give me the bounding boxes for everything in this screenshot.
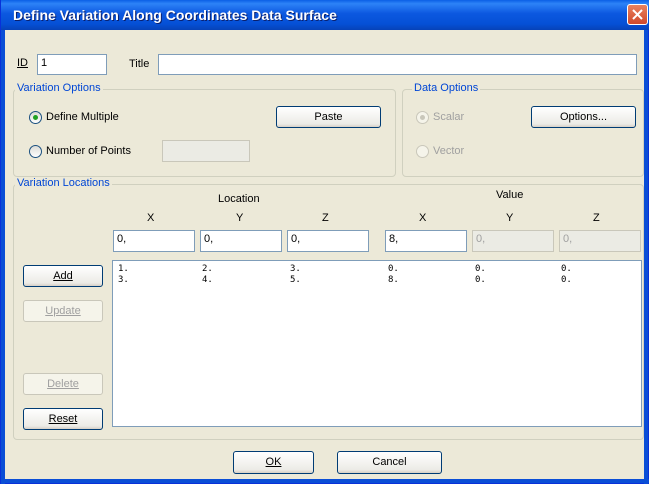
- column-header-value-z: Z: [593, 212, 600, 224]
- cell: 5.: [290, 275, 301, 285]
- delete-button-label: Delete: [47, 378, 79, 390]
- table-row[interactable]: 3. 4. 5. 8. 0. 0.: [113, 275, 641, 286]
- id-input[interactable]: 1: [37, 54, 107, 75]
- variation-options-title: Variation Options: [15, 82, 103, 94]
- value-x-input[interactable]: 8,: [385, 230, 467, 252]
- location-z-input[interactable]: 0,: [287, 230, 369, 252]
- title-bar[interactable]: Define Variation Along Coordinates Data …: [1, 0, 649, 30]
- reset-button[interactable]: Reset: [23, 408, 103, 430]
- add-button-label: Add: [53, 270, 73, 282]
- column-header-location-z: Z: [322, 212, 329, 224]
- cell: 8.: [388, 275, 399, 285]
- add-button[interactable]: Add: [23, 265, 103, 287]
- cell: 0.: [561, 264, 572, 274]
- window-title: Define Variation Along Coordinates Data …: [13, 7, 337, 23]
- location-x-input[interactable]: 0,: [113, 230, 195, 252]
- define-multiple-radio[interactable]: [29, 111, 42, 124]
- window-border-bottom: [1, 479, 649, 483]
- title-label: Title: [129, 58, 150, 70]
- cancel-button[interactable]: Cancel: [337, 451, 442, 474]
- column-header-value-y: Y: [506, 212, 514, 224]
- column-header-value-x: X: [419, 212, 427, 224]
- radio-selected-dot: [33, 115, 38, 120]
- update-button[interactable]: Update: [23, 300, 103, 322]
- number-of-points-input[interactable]: [162, 140, 250, 162]
- options-button[interactable]: Options...: [531, 106, 636, 128]
- title-input[interactable]: [158, 54, 637, 75]
- dialog-window: Define Variation Along Coordinates Data …: [0, 0, 649, 484]
- data-options-group: [402, 89, 644, 177]
- define-multiple-label: Define Multiple: [46, 111, 119, 123]
- vector-radio[interactable]: [416, 145, 429, 158]
- location-header: Location: [218, 193, 260, 205]
- vector-label: Vector: [433, 145, 465, 157]
- scalar-label: Scalar: [433, 111, 465, 123]
- window-border-left: [1, 30, 5, 484]
- close-icon: [632, 9, 643, 20]
- cell: 1.: [118, 264, 129, 274]
- cell: 0.: [561, 275, 572, 285]
- close-button[interactable]: [627, 4, 648, 25]
- update-button-label: Update: [45, 305, 81, 317]
- location-y-input[interactable]: 0,: [200, 230, 282, 252]
- cell: 0.: [475, 264, 486, 274]
- variation-locations-list[interactable]: 1. 2. 3. 0. 0. 0. 3. 4. 5. 8. 0. 0.: [112, 260, 642, 427]
- value-z-input[interactable]: 0,: [559, 230, 641, 252]
- cell: 4.: [202, 275, 213, 285]
- paste-button[interactable]: Paste: [276, 106, 381, 128]
- ok-button[interactable]: OK: [233, 451, 314, 474]
- cell: 0.: [388, 264, 399, 274]
- delete-button[interactable]: Delete: [23, 373, 103, 395]
- reset-button-label: Reset: [48, 413, 78, 425]
- variation-locations-title: Variation Locations: [15, 177, 112, 189]
- window-border-right: [644, 30, 648, 484]
- variation-options-group: [13, 89, 396, 177]
- value-y-input[interactable]: 0,: [472, 230, 554, 252]
- number-of-points-radio[interactable]: [29, 145, 42, 158]
- radio-selected-dot: [420, 115, 425, 120]
- cell: 3.: [118, 275, 129, 285]
- scalar-radio[interactable]: [416, 111, 429, 124]
- column-header-location-y: Y: [236, 212, 244, 224]
- number-of-points-label: Number of Points: [46, 145, 131, 157]
- value-header: Value: [496, 189, 524, 201]
- column-header-location-x: X: [147, 212, 155, 224]
- cell: 0.: [475, 275, 486, 285]
- table-row[interactable]: 1. 2. 3. 0. 0. 0.: [113, 264, 641, 275]
- ok-button-label: OK: [265, 456, 282, 468]
- cell: 3.: [290, 264, 301, 274]
- cell: 2.: [202, 264, 213, 274]
- id-label: ID: [17, 57, 28, 69]
- data-options-title: Data Options: [412, 82, 481, 94]
